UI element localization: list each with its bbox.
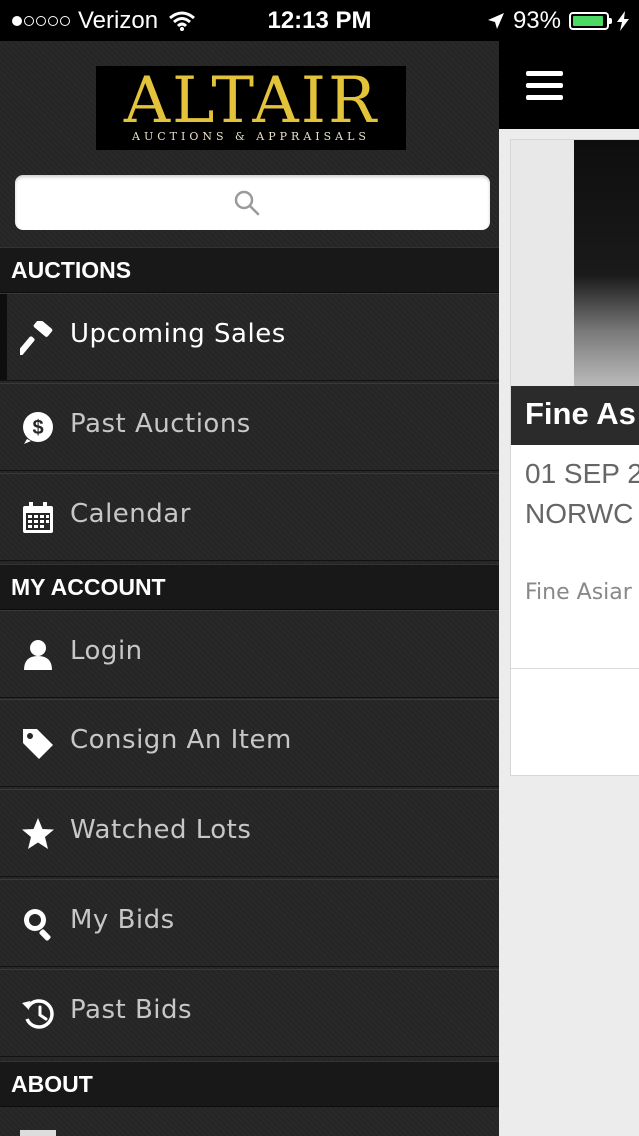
sidebar-item-label: Login — [70, 636, 143, 666]
sidebar-item-login[interactable]: Login — [0, 610, 499, 698]
battery-percent: 93% — [512, 7, 561, 34]
sidebar-item-label: My Bids — [70, 905, 175, 935]
auction-image — [511, 140, 639, 386]
about-item-icon — [20, 1130, 56, 1136]
section-my-account: MY ACCOUNT — [0, 564, 499, 610]
search-icon — [234, 190, 260, 216]
sidebar-item-upcoming-sales[interactable]: Upcoming Sales — [0, 293, 499, 381]
dollar-icon: $ — [20, 411, 56, 445]
main-content: Fine As 01 SEP 2 NORWC Fine Asiar — [499, 41, 639, 1136]
sidebar-item-label: Watched Lots — [70, 815, 252, 845]
sidebar-item-my-bids[interactable]: My Bids — [0, 879, 499, 967]
calendar-icon — [20, 501, 56, 535]
auction-location: NORWC — [525, 498, 634, 529]
history-icon — [20, 997, 56, 1031]
battery-icon — [569, 12, 612, 30]
gavel-icon — [20, 321, 56, 355]
charging-bolt-icon — [617, 11, 629, 31]
auction-description: Fine Asiar — [525, 580, 632, 605]
star-icon — [20, 817, 56, 851]
status-right: 93% — [487, 7, 629, 35]
sidebar-item-label: Calendar — [70, 499, 191, 529]
sidebar-item-past-bids[interactable]: Past Bids — [0, 969, 499, 1057]
sidebar-item-label: Past Auctions — [70, 409, 251, 439]
search-bid-icon — [20, 907, 56, 941]
tag-icon — [20, 727, 56, 761]
top-nav-bar — [499, 41, 639, 129]
status-bar: Verizon 12:13 PM 93% — [0, 0, 639, 41]
logo-title: ALTAIR — [123, 64, 379, 138]
user-icon — [20, 638, 56, 672]
svg-text:$: $ — [32, 417, 43, 439]
sidebar-item-consign[interactable]: Consign An Item — [0, 699, 499, 787]
search-input[interactable] — [15, 175, 490, 230]
sidebar-item-label: Past Bids — [70, 995, 193, 1025]
menu-icon[interactable] — [526, 71, 563, 101]
sidebar-item-label: Consign An Item — [70, 725, 292, 755]
card-divider — [511, 668, 639, 669]
logo-subtitle: AUCTIONS & APPRAISALS — [132, 130, 370, 143]
section-label: ABOUT — [11, 1071, 93, 1097]
auction-card[interactable]: Fine As 01 SEP 2 NORWC Fine Asiar — [510, 139, 639, 776]
altair-logo: ALTAIR AUCTIONS & APPRAISALS — [96, 66, 406, 150]
auction-date: 01 SEP 2 — [525, 458, 639, 489]
battery-level — [573, 16, 603, 26]
section-label: AUCTIONS — [11, 257, 132, 283]
section-auctions: AUCTIONS — [0, 247, 499, 293]
section-label: MY ACCOUNT — [11, 574, 166, 600]
sidebar-item-past-auctions[interactable]: $ Past Auctions — [0, 383, 499, 471]
location-arrow-icon — [487, 13, 504, 29]
sidebar-item-label: Upcoming Sales — [70, 319, 286, 349]
sidebar-item-calendar[interactable]: Calendar — [0, 473, 499, 561]
side-menu: ALTAIR AUCTIONS & APPRAISALS AUCTIONS Up… — [0, 41, 499, 1136]
section-about: ABOUT — [0, 1061, 499, 1107]
auction-title: Fine As — [511, 386, 639, 445]
sidebar-item-watched-lots[interactable]: Watched Lots — [0, 789, 499, 877]
